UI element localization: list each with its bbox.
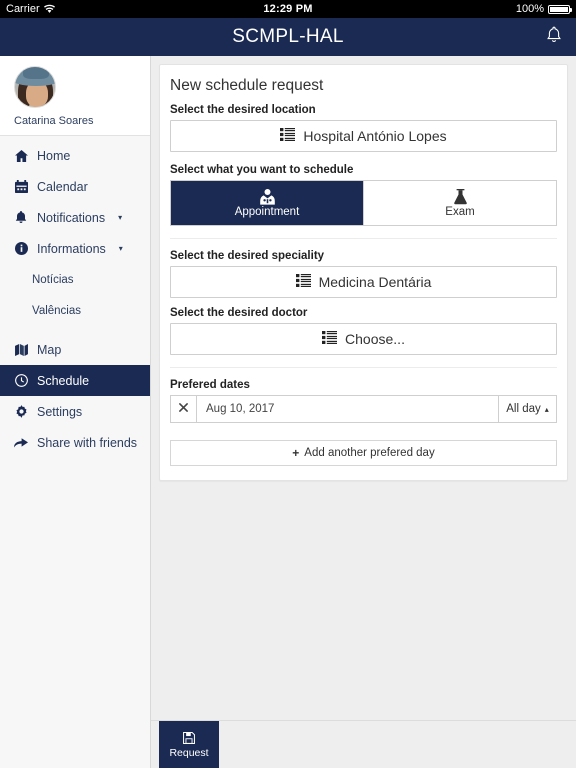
sidebar-item-label: Calendar — [37, 179, 88, 194]
location-select[interactable]: Hospital António Lopes — [170, 120, 557, 152]
sidebar-item-home[interactable]: Home — [0, 140, 150, 171]
sidebar-item-valencias[interactable]: Valências — [0, 295, 150, 326]
close-x-icon — [179, 403, 188, 415]
list-icon — [322, 331, 338, 347]
sidebar-item-label: Schedule — [37, 373, 90, 388]
doctor-label: Select the desired doctor — [170, 307, 308, 319]
app-navbar: SCMPL-HAL — [0, 18, 576, 56]
profile-name: Catarina Soares — [14, 115, 94, 127]
share-icon — [14, 437, 28, 448]
save-icon — [183, 731, 195, 745]
speciality-select[interactable]: Medicina Dentária — [170, 266, 557, 298]
sidebar-profile[interactable]: Catarina Soares — [0, 56, 150, 136]
avatar — [14, 66, 56, 108]
main-area: New schedule request Select the desired … — [151, 56, 576, 768]
battery-percent-label: 100% — [515, 3, 544, 15]
sidebar-item-label: Home — [37, 148, 71, 163]
list-icon — [280, 128, 296, 144]
card-title: New schedule request — [170, 77, 324, 94]
status-time: 12:29 PM — [263, 3, 313, 15]
list-icon — [295, 274, 311, 290]
page-title: SCMPL-HAL — [232, 26, 344, 47]
app-shell: Catarina Soares Home Calendar Notificati… — [0, 56, 576, 768]
bell-icon — [546, 26, 562, 49]
sidebar-item-map[interactable]: Map — [0, 334, 150, 365]
sidebar-item-label: Settings — [37, 404, 83, 419]
chevron-down-icon: ▾ — [118, 212, 123, 222]
segment-exam[interactable]: Exam — [363, 181, 556, 225]
speciality-label: Select the desired speciality — [170, 250, 325, 262]
battery-full-icon — [548, 4, 572, 14]
request-label: Request — [169, 746, 209, 759]
sidebar-item-calendar[interactable]: Calendar — [0, 171, 150, 202]
info-circle-icon — [14, 242, 28, 255]
chevron-up-icon: ▴ — [544, 404, 549, 414]
segment-appointment[interactable]: Appointment — [171, 181, 363, 225]
sidebar-subitem-label: Notícias — [32, 273, 74, 286]
request-button[interactable]: Request — [159, 721, 219, 768]
sidebar-item-informations[interactable]: Informations ▾ — [0, 233, 150, 264]
schedule-type-label: Select what you want to schedule — [170, 164, 354, 176]
location-value: Hospital António Lopes — [303, 128, 447, 144]
plus-icon: + — [292, 446, 300, 460]
sidebar-item-label: Informations — [37, 241, 106, 256]
segment-label: Exam — [445, 206, 475, 218]
sidebar-nav: Home Calendar Notifications ▾ Informatio… — [0, 136, 150, 458]
segment-label: Appointment — [234, 206, 300, 218]
location-label: Select the desired location — [170, 104, 316, 116]
date-input[interactable]: Aug 10, 2017 — [197, 395, 499, 423]
notifications-bell-button[interactable] — [542, 25, 566, 49]
sidebar-item-schedule[interactable]: Schedule — [0, 365, 150, 396]
sidebar-divider-gap — [0, 326, 150, 334]
all-day-label: All day — [506, 403, 541, 415]
chevron-down-icon: ▾ — [118, 243, 123, 253]
flask-icon — [453, 188, 468, 205]
remove-date-button[interactable] — [170, 395, 197, 423]
section-divider-1 — [170, 238, 557, 239]
doctor-icon — [259, 188, 276, 205]
date-value: Aug 10, 2017 — [206, 403, 275, 415]
prefered-dates-label: Prefered dates — [170, 379, 250, 391]
map-icon — [14, 343, 28, 356]
sidebar-item-share-with-friends[interactable]: Share with friends — [0, 427, 150, 458]
all-day-dropdown[interactable]: All day ▴ — [499, 395, 557, 423]
add-prefered-day-button[interactable]: + Add another prefered day — [170, 440, 557, 466]
sidebar-subitem-label: Valências — [32, 304, 82, 317]
calendar-icon — [14, 180, 28, 193]
doctor-value: Choose... — [345, 331, 405, 347]
sidebar: Catarina Soares Home Calendar Notificati… — [0, 56, 151, 768]
ios-status-bar: Carrier 12:29 PM 100% — [0, 0, 576, 18]
home-icon — [14, 149, 28, 162]
status-right-group: 100% — [515, 3, 572, 15]
sidebar-item-noticias[interactable]: Notícias — [0, 264, 150, 295]
footer-toolbar: Request — [151, 720, 576, 768]
sidebar-item-label: Share with friends — [37, 435, 138, 450]
add-prefered-day-label: Add another prefered day — [304, 447, 435, 459]
bell-icon — [14, 211, 28, 224]
speciality-value: Medicina Dentária — [318, 274, 432, 290]
section-divider-2 — [170, 367, 557, 368]
sidebar-item-label: Map — [37, 342, 62, 357]
sidebar-item-label: Notifications — [37, 210, 106, 225]
clock-icon — [14, 374, 28, 387]
content-scroll: New schedule request Select the desired … — [151, 56, 576, 720]
sidebar-item-notifications[interactable]: Notifications ▾ — [0, 202, 150, 233]
schedule-type-segmented: Appointment Exam — [170, 180, 557, 226]
gear-icon — [14, 405, 28, 418]
schedule-request-card: New schedule request Select the desired … — [159, 64, 568, 481]
sidebar-item-settings[interactable]: Settings — [0, 396, 150, 427]
doctor-select[interactable]: Choose... — [170, 323, 557, 355]
prefered-date-row: Aug 10, 2017 All day ▴ — [170, 395, 557, 423]
